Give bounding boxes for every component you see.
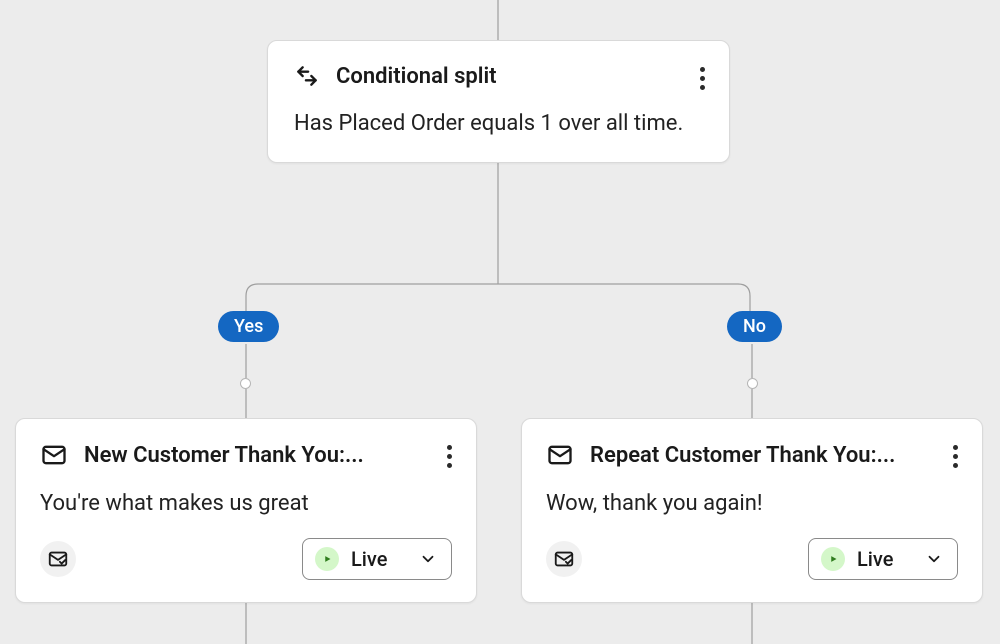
- email-more-menu[interactable]: [443, 441, 456, 472]
- conditional-condition-text: Has Placed Order equals 1 over all time.: [294, 111, 703, 136]
- status-dropdown[interactable]: Live: [808, 538, 958, 580]
- flow-canvas: Conditional split Has Placed Order equal…: [0, 0, 1000, 644]
- split-arrows-icon: [294, 63, 320, 89]
- email-node-repeat-customer[interactable]: Repeat Customer Thank You:... Wow, thank…: [521, 418, 983, 603]
- connector-dot-left: [240, 378, 251, 389]
- live-status-icon: [821, 547, 845, 571]
- conditional-more-menu[interactable]: [696, 63, 709, 94]
- status-dropdown[interactable]: Live: [302, 538, 452, 580]
- branch-label-yes: Yes: [218, 311, 279, 342]
- email-title: New Customer Thank You:...: [84, 443, 422, 468]
- email-icon: [40, 441, 68, 469]
- smart-send-icon[interactable]: [546, 541, 582, 577]
- conditional-title: Conditional split: [336, 64, 497, 89]
- smart-send-icon[interactable]: [40, 541, 76, 577]
- email-subject: You're what makes us great: [40, 491, 452, 516]
- chevron-down-icon: [419, 550, 437, 568]
- conditional-split-node[interactable]: Conditional split Has Placed Order equal…: [267, 40, 730, 163]
- email-title: Repeat Customer Thank You:...: [590, 443, 928, 468]
- email-more-menu[interactable]: [949, 441, 962, 472]
- email-icon: [546, 441, 574, 469]
- status-label: Live: [857, 547, 893, 571]
- chevron-down-icon: [925, 550, 943, 568]
- branch-label-no: No: [727, 311, 782, 342]
- status-label: Live: [351, 547, 387, 571]
- connector-dot-right: [747, 378, 758, 389]
- email-subject: Wow, thank you again!: [546, 491, 958, 516]
- email-node-new-customer[interactable]: New Customer Thank You:... You're what m…: [15, 418, 477, 603]
- live-status-icon: [315, 547, 339, 571]
